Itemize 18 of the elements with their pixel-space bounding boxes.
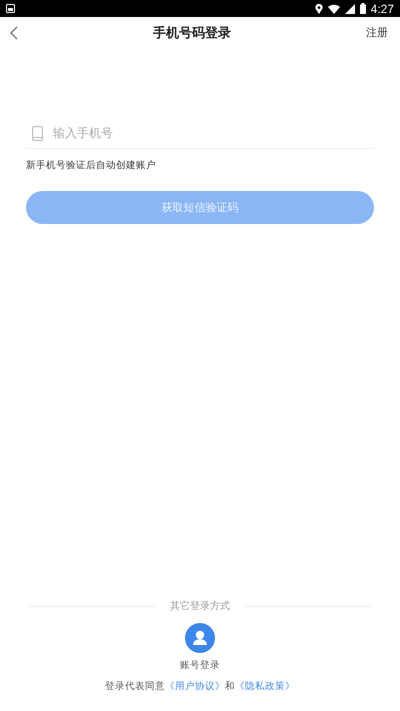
notification-icon [6,4,15,13]
back-button[interactable] [10,26,18,40]
back-icon [10,26,18,40]
status-time: 4:27 [370,2,394,16]
register-link[interactable]: 注册 [366,25,388,40]
signal-icon [344,4,355,14]
wifi-icon [328,4,340,14]
privacy-policy-link[interactable]: 《隐私政策》 [235,681,295,692]
battery-icon [360,3,366,14]
account-login-button[interactable]: 账号登录 [180,623,220,672]
location-icon [314,4,323,14]
user-agreement-link[interactable]: 《用户协议》 [165,681,225,692]
section-heading: 其它登录方式 [170,600,230,613]
phone-icon [32,126,43,140]
person-icon [185,623,215,653]
page-title: 手机号码登录 [153,24,231,42]
agreement-text: 登录代表同意《用户协议》和《隐私政策》 [104,680,296,693]
hint-text: 新手机号验证后自动创建账户 [26,159,157,172]
